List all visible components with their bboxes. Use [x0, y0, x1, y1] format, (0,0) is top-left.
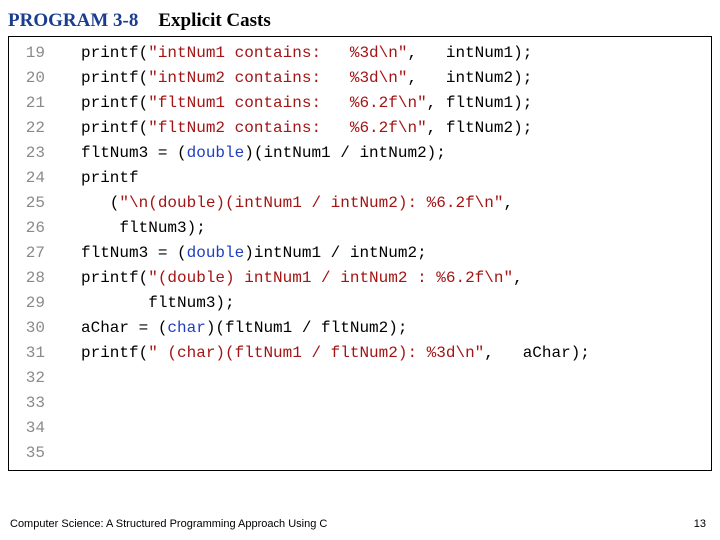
- program-label: PROGRAM 3-8: [8, 10, 138, 31]
- line-number: 23: [9, 141, 45, 166]
- page-number: 13: [694, 518, 706, 530]
- line-number: 28: [9, 266, 45, 291]
- line-number: 31: [9, 341, 45, 366]
- code-line: fltNum3);: [81, 216, 707, 241]
- code-line: printf: [81, 166, 707, 191]
- code-line: printf("intNum1 contains: %3d\n", intNum…: [81, 41, 707, 66]
- line-number: 26: [9, 216, 45, 241]
- code-frame: 19 20 21 22 23 24 25 26 27 28 29 30 31 3…: [8, 36, 712, 471]
- code-line: aChar = (char)(fltNum1 / fltNum2);: [81, 316, 707, 341]
- code-line: printf("fltNum1 contains: %6.2f\n", fltN…: [81, 91, 707, 116]
- book-title: Computer Science: A Structured Programmi…: [10, 518, 327, 530]
- code-line: printf("fltNum2 contains: %6.2f\n", fltN…: [81, 116, 707, 141]
- line-number: 24: [9, 166, 45, 191]
- line-number: 22: [9, 116, 45, 141]
- code-line: printf("(double) intNum1 / intNum2 : %6.…: [81, 266, 707, 291]
- line-number: 25: [9, 191, 45, 216]
- line-number: 21: [9, 91, 45, 116]
- program-title: Explicit Casts: [158, 10, 270, 31]
- line-number: 34: [9, 416, 45, 441]
- code-area: printf("intNum1 contains: %3d\n", intNum…: [51, 37, 711, 470]
- line-number: 29: [9, 291, 45, 316]
- line-number: 19: [9, 41, 45, 66]
- line-number: 20: [9, 66, 45, 91]
- line-number: 35: [9, 441, 45, 466]
- code-line: fltNum3);: [81, 291, 707, 316]
- line-number-gutter: 19 20 21 22 23 24 25 26 27 28 29 30 31 3…: [9, 37, 51, 470]
- code-line: printf("intNum2 contains: %3d\n", intNum…: [81, 66, 707, 91]
- line-number: 30: [9, 316, 45, 341]
- line-number: 33: [9, 391, 45, 416]
- program-header: PROGRAM 3-8 Explicit Casts: [0, 0, 720, 36]
- code-line: ("\n(double)(intNum1 / intNum2): %6.2f\n…: [81, 191, 707, 216]
- line-number: 32: [9, 366, 45, 391]
- code-line: printf(" (char)(fltNum1 / fltNum2): %3d\…: [81, 341, 707, 366]
- footer: Computer Science: A Structured Programmi…: [10, 518, 706, 530]
- line-number: 27: [9, 241, 45, 266]
- code-line: fltNum3 = (double)intNum1 / intNum2;: [81, 241, 707, 266]
- code-line: fltNum3 = (double)(intNum1 / intNum2);: [81, 141, 707, 166]
